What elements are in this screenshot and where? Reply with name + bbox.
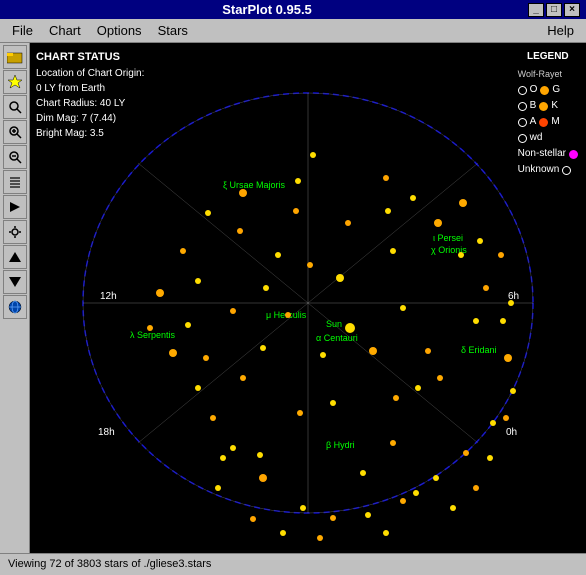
status-bar: Viewing 72 of 3803 stars of ./gliese3.st… bbox=[0, 553, 586, 573]
toolbar-zoom-in-btn[interactable] bbox=[3, 120, 27, 144]
legend-dot-unknown bbox=[562, 166, 571, 175]
maximize-button[interactable]: □ bbox=[546, 3, 562, 17]
menu-file[interactable]: File bbox=[4, 21, 41, 40]
chart-area: CHART STATUS Location of Chart Origin: 0… bbox=[30, 43, 586, 553]
toolbar-down-btn[interactable] bbox=[3, 270, 27, 294]
toolbar-up-btn[interactable] bbox=[3, 245, 27, 269]
svg-text:α Centauri: α Centauri bbox=[316, 333, 358, 343]
toolbar-globe-btn[interactable] bbox=[3, 295, 27, 319]
svg-text:ι Persei: ι Persei bbox=[433, 233, 463, 243]
title-bar: StarPlot 0.95.5 _ □ × bbox=[0, 0, 586, 19]
menu-stars[interactable]: Stars bbox=[150, 21, 196, 40]
window-controls[interactable]: _ □ × bbox=[528, 3, 580, 17]
svg-text:18h: 18h bbox=[98, 427, 115, 438]
title-bar-title: StarPlot 0.95.5 bbox=[6, 2, 528, 17]
menu-chart[interactable]: Chart bbox=[41, 21, 89, 40]
star-chart-svg: 12h 6h 18h 0h ξ Ursae Majoris ι Persei χ… bbox=[68, 63, 548, 543]
svg-text:12h: 12h bbox=[100, 291, 117, 302]
status-text: Viewing 72 of 3803 stars of ./gliese3.st… bbox=[8, 558, 211, 570]
menu-bar: File Chart Options Stars Help bbox=[0, 19, 586, 43]
toolbar-zoom-out-btn[interactable] bbox=[3, 145, 27, 169]
toolbar-settings-btn[interactable] bbox=[3, 220, 27, 244]
toolbar-search-btn[interactable] bbox=[3, 95, 27, 119]
svg-text:Sun: Sun bbox=[326, 319, 342, 329]
svg-text:λ Serpentis: λ Serpentis bbox=[130, 330, 176, 340]
menu-help[interactable]: Help bbox=[539, 21, 582, 40]
svg-text:β Hydri: β Hydri bbox=[326, 440, 355, 450]
minimize-button[interactable]: _ bbox=[528, 3, 544, 17]
toolbar bbox=[0, 43, 30, 553]
svg-text:ξ Ursae Majoris: ξ Ursae Majoris bbox=[223, 180, 286, 190]
toolbar-list-btn[interactable] bbox=[3, 170, 27, 194]
legend-dot-nonstellar bbox=[569, 150, 578, 159]
toolbar-goto-btn[interactable] bbox=[3, 195, 27, 219]
svg-text:δ Eridani: δ Eridani bbox=[461, 345, 497, 355]
menu-options[interactable]: Options bbox=[89, 21, 150, 40]
toolbar-star-btn[interactable] bbox=[3, 70, 27, 94]
main-area: CHART STATUS Location of Chart Origin: 0… bbox=[0, 43, 586, 553]
toolbar-folder-btn[interactable] bbox=[3, 45, 27, 69]
close-button[interactable]: × bbox=[564, 3, 580, 17]
svg-text:0h: 0h bbox=[506, 427, 517, 438]
